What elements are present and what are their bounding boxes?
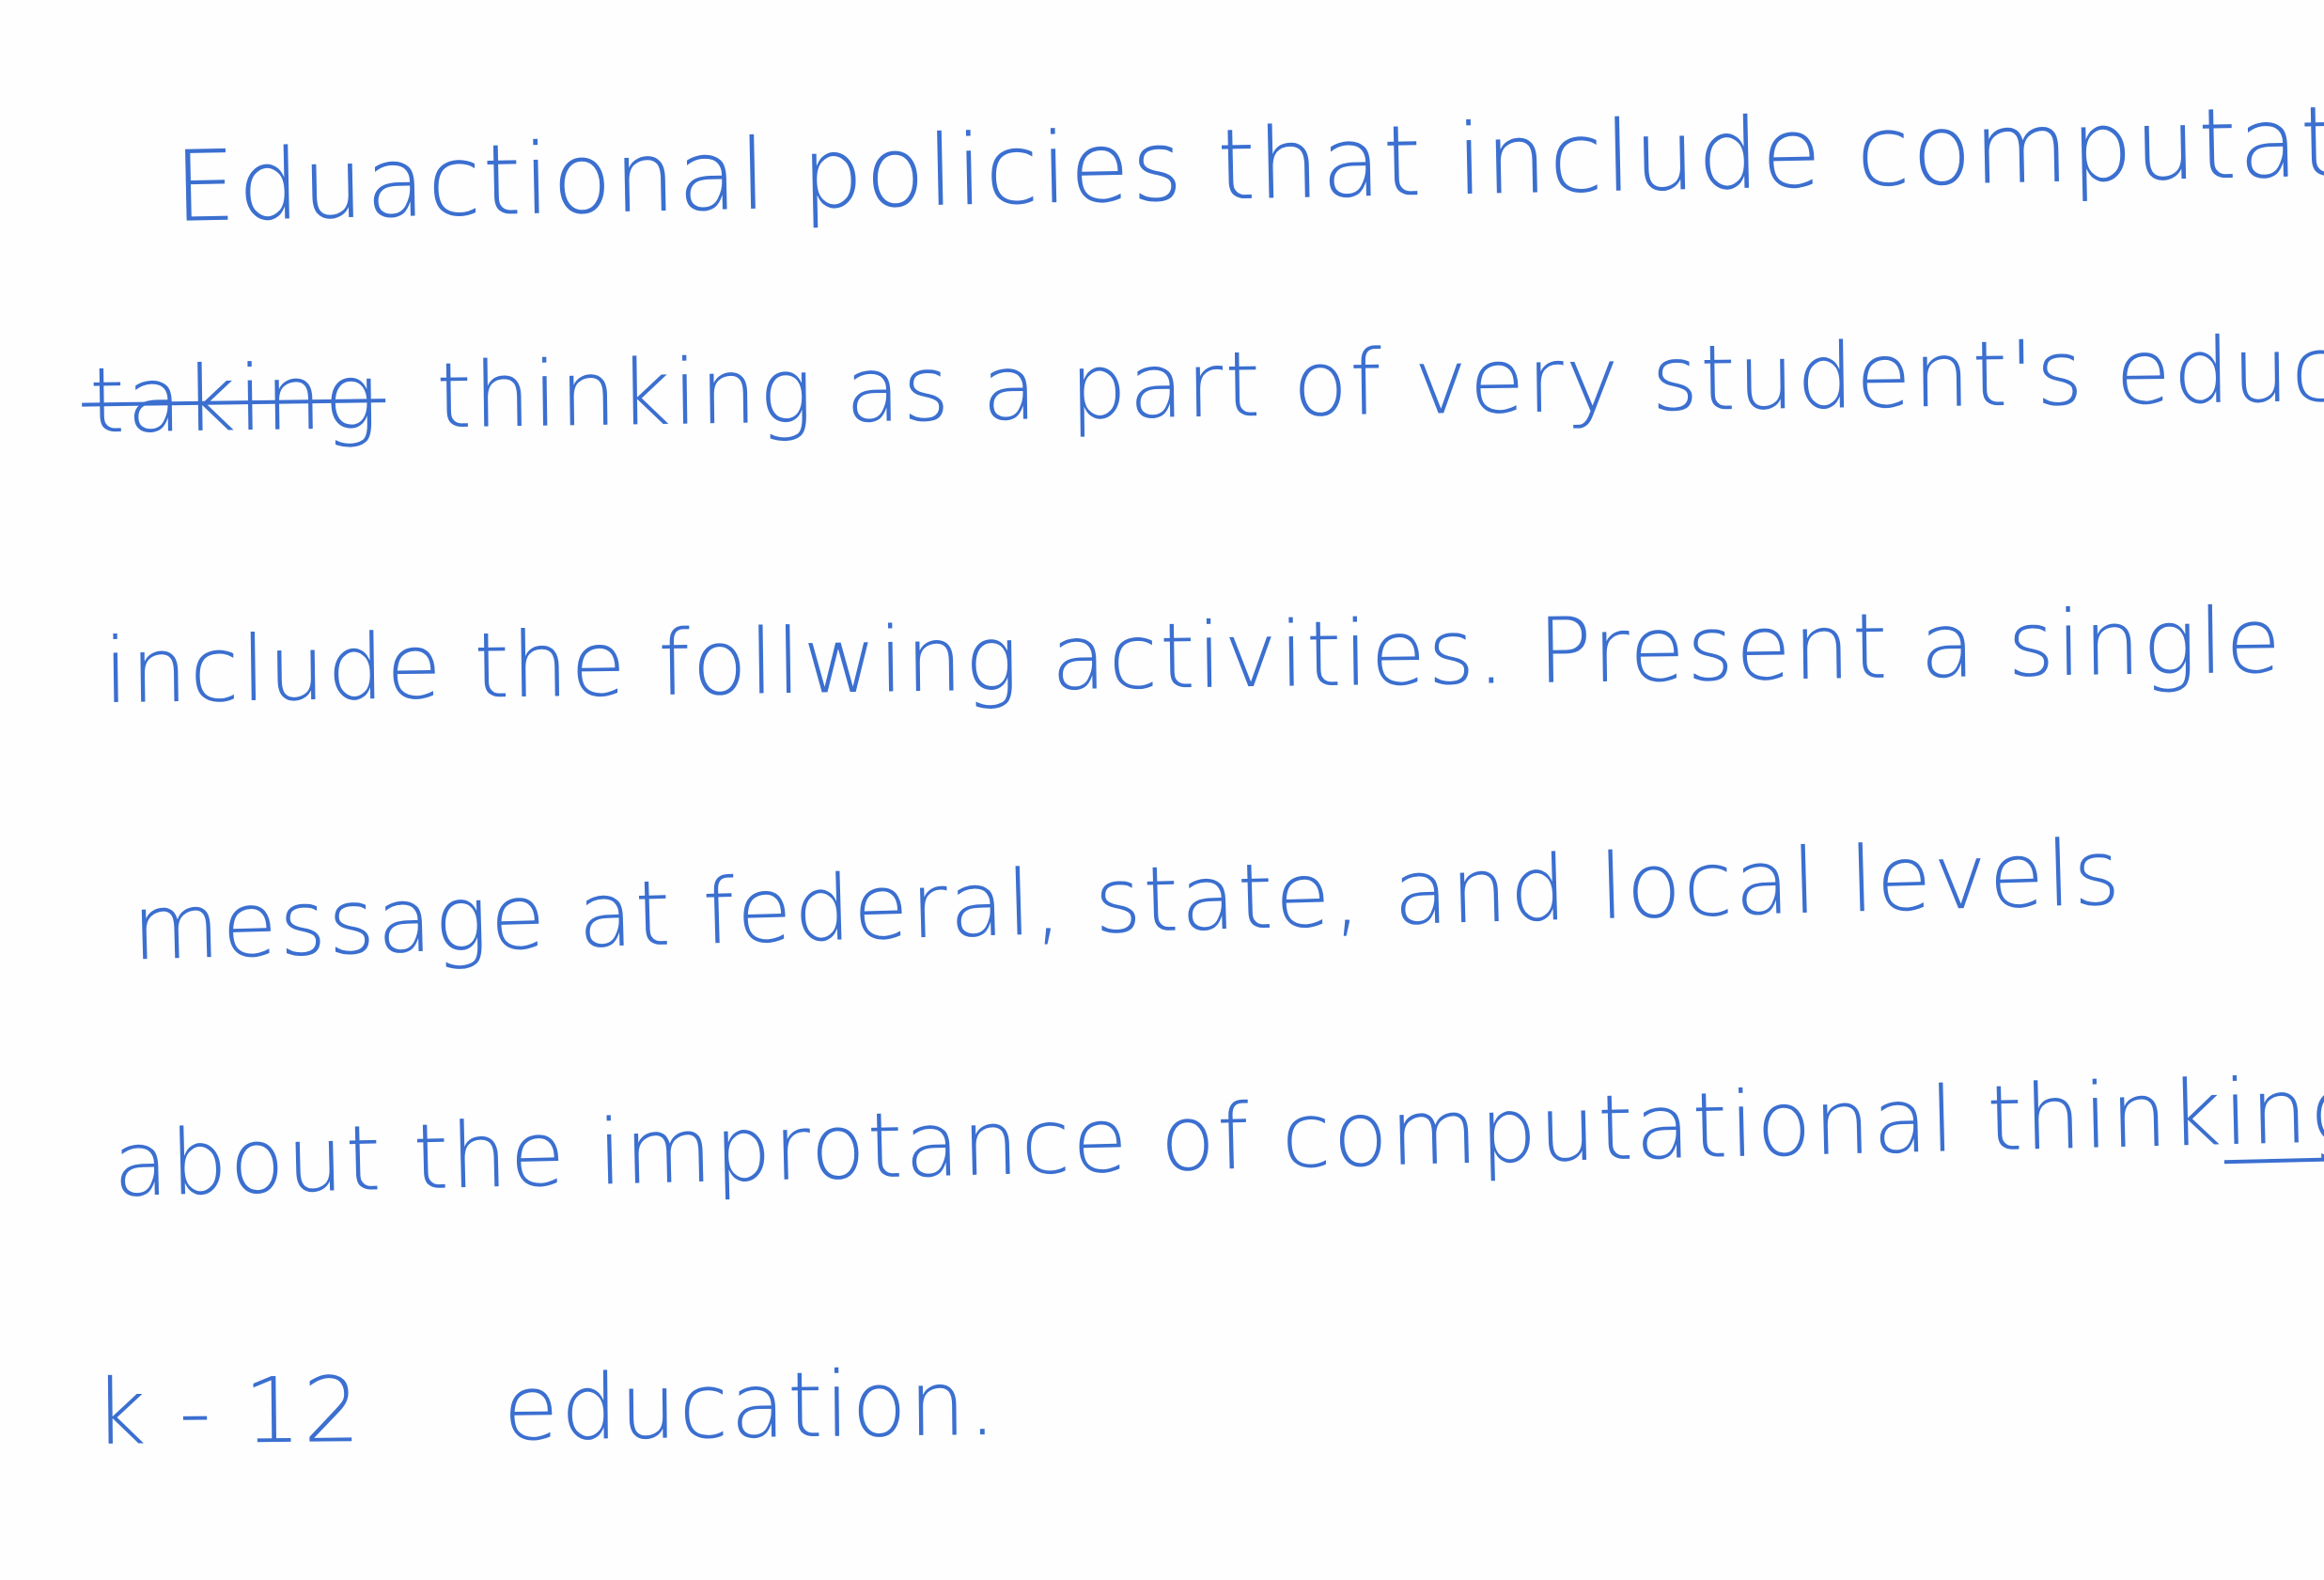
note-line-3: include the follwing activities. Present… <box>102 588 2284 724</box>
grade-range-text: k - 12 <box>93 1357 364 1466</box>
handwritten-note-page: Eduactional policies that include comput… <box>0 0 2324 1580</box>
line-5-text: about the improtance of computational th… <box>111 1060 2225 1218</box>
line-3-text: include the follwing activities. Present… <box>102 587 2284 725</box>
note-line-4: message at federal, state, and local lev… <box>131 820 2124 980</box>
line-6-text: education. <box>502 1350 999 1462</box>
note-line-1: Eduactional policies that include comput… <box>173 79 2324 244</box>
line-1-text: Eduactional policies that include comput… <box>173 79 2324 244</box>
note-line-6: k - 12 education. <box>93 1351 998 1465</box>
line-4-text: message at federal, state, and local lev… <box>130 820 2124 981</box>
underlined-suffix: ing <box>2223 1057 2324 1165</box>
note-line-5: about the improtance of computational th… <box>111 1057 2324 1218</box>
struck-through-word: taking <box>88 344 382 454</box>
note-line-2: taking thinking as a part of very student… <box>88 314 2324 454</box>
line-2-text: thinking as a part of very student's edu… <box>435 313 2324 449</box>
